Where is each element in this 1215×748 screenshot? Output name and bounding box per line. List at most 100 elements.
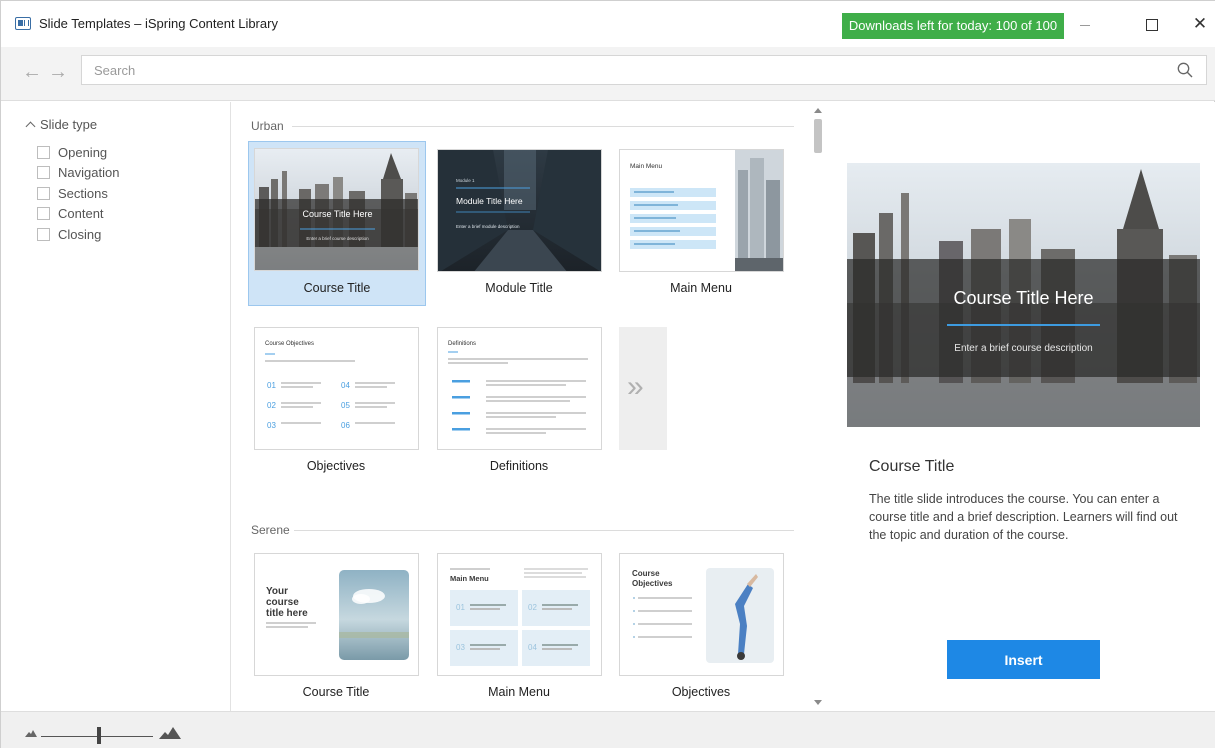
urban-city-image: Course Title Here Enter a brief course d…: [255, 149, 418, 270]
slide-type-filter-list: Opening Navigation Sections Content Clos…: [37, 142, 119, 245]
maximize-button[interactable]: [1136, 13, 1168, 37]
filter-item-label: Navigation: [58, 165, 120, 181]
bottom-zoom-bar: [1, 711, 1215, 748]
thumb-title: Course Title Here: [302, 209, 372, 219]
main-menu-slide-image: Main Menu: [620, 150, 783, 271]
svg-text:04: 04: [341, 381, 350, 390]
template-card-serene-main-menu[interactable]: Main Menu 01 02 03 04 Main Menu: [431, 546, 609, 711]
preview-city-image: Course Title Here Enter a brief course d…: [847, 163, 1200, 427]
template-thumbnail: Main Menu: [619, 149, 784, 272]
filter-item-label: Sections: [58, 185, 108, 201]
definitions-slide-image: Definitions: [438, 328, 601, 449]
template-preview-panel: Course Title Here Enter a brief course d…: [828, 102, 1215, 711]
template-card-serene-course-title[interactable]: Your course title here Course Title: [248, 546, 426, 711]
gallery-scrollbar[interactable]: [809, 102, 827, 711]
thumb-title-word-2: course: [266, 597, 299, 608]
forward-arrow-icon[interactable]: →: [48, 60, 68, 84]
svg-text:05: 05: [341, 401, 350, 410]
preview-slide-title: Course Title Here: [953, 288, 1093, 308]
template-thumbnail: Course Objectives: [619, 553, 784, 676]
section-divider: [294, 530, 794, 531]
navigation-bar: ← →: [1, 47, 1215, 101]
navigation-checkbox[interactable]: [37, 166, 50, 180]
search-icon[interactable]: [1177, 62, 1193, 78]
close-button[interactable]: ✕: [1184, 13, 1215, 37]
filter-item-opening[interactable]: Opening: [37, 142, 119, 163]
closing-checkbox[interactable]: [37, 227, 50, 241]
sections-checkbox[interactable]: [37, 186, 50, 200]
downloads-left-badge: Downloads left for today: 100 of 100: [842, 13, 1064, 39]
filter-item-closing[interactable]: Closing: [37, 224, 119, 245]
thumb-title-line-2: Objectives: [632, 579, 673, 588]
card-label: Course Title: [302, 685, 370, 699]
filter-item-label: Content: [58, 206, 104, 222]
double-chevron-right-icon: »: [627, 370, 644, 403]
objectives-slide-image: Course Objectives 01 02 03 04 05 06: [255, 328, 418, 449]
section-heading-urban: Urban: [251, 119, 284, 133]
search-box: [81, 55, 1207, 85]
card-label: Objectives: [306, 459, 366, 473]
thumb-subtitle: Enter a brief module description: [456, 224, 520, 229]
template-card-urban-definitions[interactable]: Definitions Definitions: [431, 320, 609, 485]
insert-button[interactable]: Insert: [947, 640, 1100, 679]
zoom-out-mountain-icon[interactable]: [25, 729, 37, 737]
filter-item-sections[interactable]: Sections: [37, 183, 119, 204]
template-gallery: Urban Course Title Here Enter a brief co…: [232, 102, 809, 711]
template-thumbnail: Course Title Here Enter a brief course d…: [254, 148, 419, 271]
filter-sidebar: Slide type Opening Navigation Sections C…: [1, 102, 231, 711]
serene-menu-slide-image: Main Menu 01 02 03 04: [438, 554, 601, 675]
template-thumbnail: Definitions: [437, 327, 602, 450]
thumb-title-word-1: Your: [266, 586, 288, 597]
zoom-slider-handle[interactable]: [97, 727, 101, 744]
card-label: Module Title: [485, 281, 553, 295]
template-thumbnail: Course Objectives 01 02 03 04 05 06: [254, 327, 419, 450]
chevron-up-icon: [25, 121, 36, 132]
back-arrow-icon[interactable]: ←: [22, 60, 42, 84]
thumb-title-word-3: title here: [266, 608, 308, 619]
serene-title-slide-image: Your course title here: [255, 554, 418, 675]
filter-item-navigation[interactable]: Navigation: [37, 163, 119, 184]
slide-type-filter-header[interactable]: Slide type: [25, 117, 98, 132]
svg-text:01: 01: [456, 603, 465, 612]
zoom-in-mountain-icon[interactable]: [159, 726, 181, 739]
content-checkbox[interactable]: [37, 207, 50, 221]
template-card-urban-objectives[interactable]: Course Objectives 01 02 03 04 05 06 Obje…: [248, 320, 426, 485]
scroll-up-arrow-icon[interactable]: [814, 108, 822, 113]
thumb-title: Definitions: [448, 341, 476, 347]
scroll-down-arrow-icon[interactable]: [814, 700, 822, 705]
svg-text:02: 02: [528, 603, 537, 612]
thumb-title: Main Menu: [450, 574, 489, 583]
svg-text:03: 03: [456, 643, 465, 652]
slide-type-filter-title: Slide type: [40, 117, 98, 132]
opening-checkbox[interactable]: [37, 145, 50, 159]
template-card-serene-objectives[interactable]: Course Objectives Objectives: [613, 546, 791, 711]
filter-item-content[interactable]: Content: [37, 204, 119, 225]
preview-slide-image: Course Title Here Enter a brief course d…: [847, 163, 1200, 427]
more-templates-button[interactable]: »: [619, 327, 667, 450]
template-thumbnail: Module 1 Module Title Here Enter a brief…: [437, 149, 602, 272]
template-card-urban-module-title[interactable]: Module 1 Module Title Here Enter a brief…: [431, 142, 609, 307]
thumb-title: Course Objectives: [265, 341, 314, 347]
filter-item-label: Closing: [58, 226, 102, 242]
svg-text:06: 06: [341, 421, 350, 430]
thumb-title: Module Title Here: [456, 196, 523, 206]
window-title: Slide Templates – iSpring Content Librar…: [39, 16, 278, 31]
template-thumbnail: Main Menu 01 02 03 04: [437, 553, 602, 676]
minimize-button[interactable]: [1069, 13, 1101, 37]
card-label: Main Menu: [488, 685, 550, 699]
search-input[interactable]: [94, 56, 1154, 84]
card-label: Objectives: [671, 685, 731, 699]
template-thumbnail: Your course title here: [254, 553, 419, 676]
template-card-urban-course-title[interactable]: Course Title Here Enter a brief course d…: [248, 141, 426, 306]
template-card-urban-main-menu[interactable]: Main Menu Main Menu: [613, 142, 791, 307]
filter-item-label: Opening: [58, 144, 108, 160]
scrollbar-thumb[interactable]: [814, 119, 822, 153]
card-label: Main Menu: [670, 281, 732, 295]
card-label: Definitions: [489, 459, 549, 473]
thumb-title-line-1: Course: [632, 569, 660, 578]
street-image: Module 1 Module Title Here Enter a brief…: [438, 150, 601, 271]
thumb-subtitle: Enter a brief course description: [306, 236, 369, 241]
section-divider: [292, 126, 794, 127]
svg-text:04: 04: [528, 643, 537, 652]
serene-objectives-slide-image: Course Objectives: [620, 554, 783, 675]
